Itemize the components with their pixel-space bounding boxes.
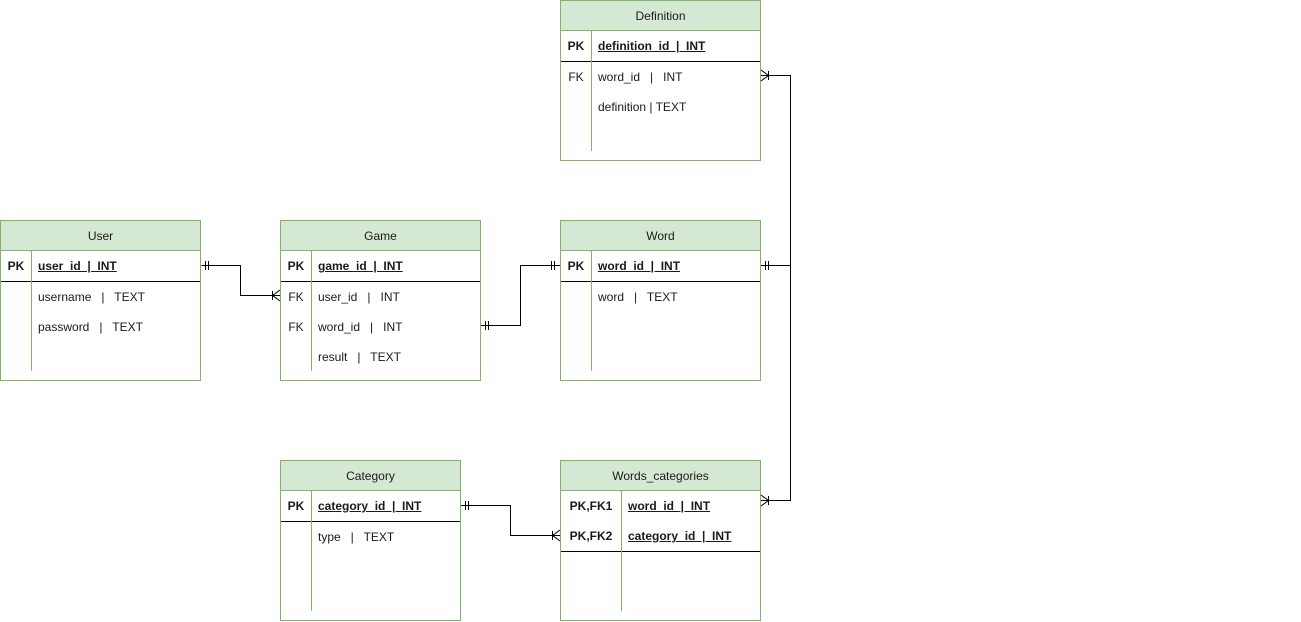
relationship-word-definition[interactable] bbox=[760, 69, 791, 270]
relationship-layer bbox=[201, 69, 791, 542]
relationship-user-game[interactable] bbox=[201, 261, 281, 302]
relationship-word-words-categories[interactable] bbox=[760, 265, 791, 507]
relationship-category-words-categories[interactable] bbox=[461, 501, 561, 542]
relationship-game-word[interactable] bbox=[481, 261, 560, 330]
